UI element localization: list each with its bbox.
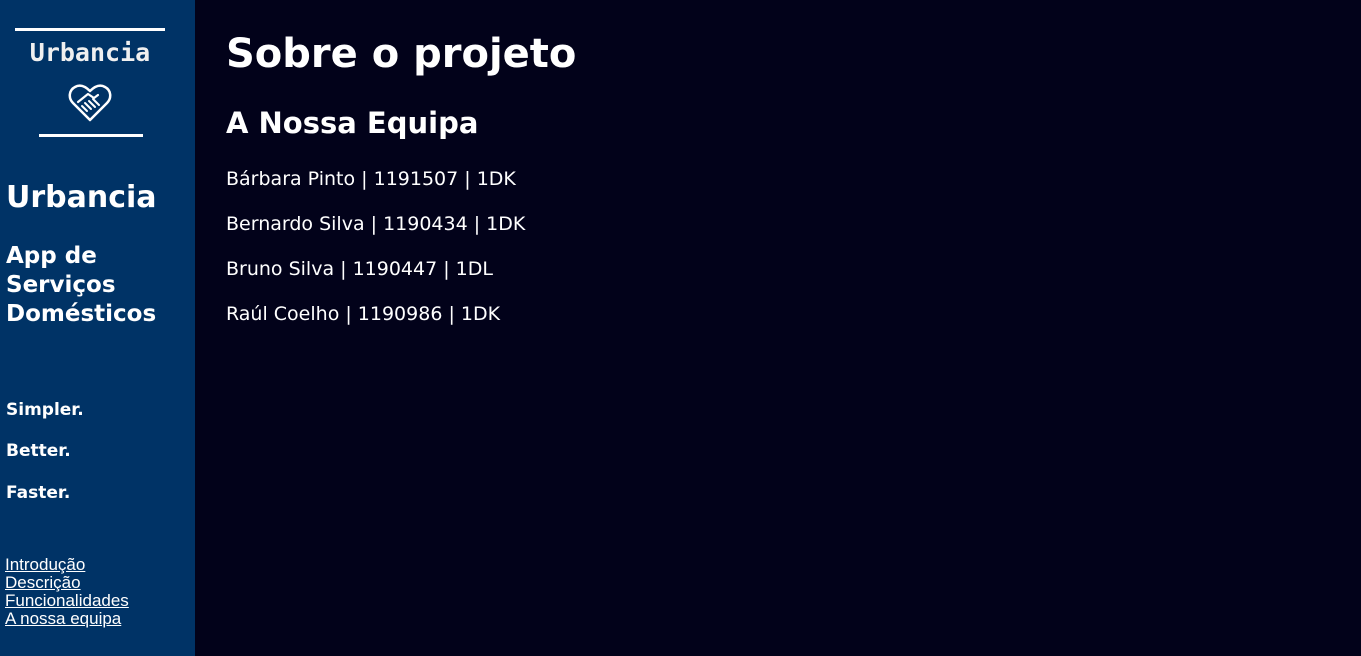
page-title: Sobre o projeto <box>226 31 577 77</box>
slogan-faster: Faster. <box>6 483 71 503</box>
team-member: Raúl Coelho | 1190986 | 1DK <box>226 303 501 325</box>
section-title: A Nossa Equipa <box>226 106 479 140</box>
logo-divider-top <box>15 28 165 31</box>
brand-subtitle-line: Serviços <box>6 272 116 298</box>
logo-divider-bottom <box>39 134 143 137</box>
nav-link-descricao[interactable]: Descrição <box>5 574 129 592</box>
brand-subtitle-line: Domésticos <box>6 301 157 327</box>
slogan-better: Better. <box>6 441 71 461</box>
brand-title: Urbancia <box>6 180 157 215</box>
logo-text: Urbancia <box>29 38 151 67</box>
brand-subtitle-line: App de <box>6 243 97 269</box>
sidebar-nav: Introdução Descrição Funcionalidades A n… <box>5 556 129 628</box>
sidebar: Urbancia Urbancia App de Serviços Domést… <box>0 0 195 656</box>
slogan-simpler: Simpler. <box>6 400 84 420</box>
nav-link-nossa-equipa[interactable]: A nossa equipa <box>5 610 129 628</box>
team-member: Bárbara Pinto | 1191507 | 1DK <box>226 168 516 190</box>
nav-link-funcionalidades[interactable]: Funcionalidades <box>5 592 129 610</box>
handshake-heart-icon <box>68 84 112 122</box>
logo[interactable]: Urbancia <box>15 28 165 137</box>
team-member: Bruno Silva | 1190447 | 1DL <box>226 258 493 280</box>
brand-subtitle: App de Serviços Domésticos <box>6 242 191 329</box>
team-member: Bernardo Silva | 1190434 | 1DK <box>226 213 526 235</box>
nav-link-introducao[interactable]: Introdução <box>5 556 129 574</box>
